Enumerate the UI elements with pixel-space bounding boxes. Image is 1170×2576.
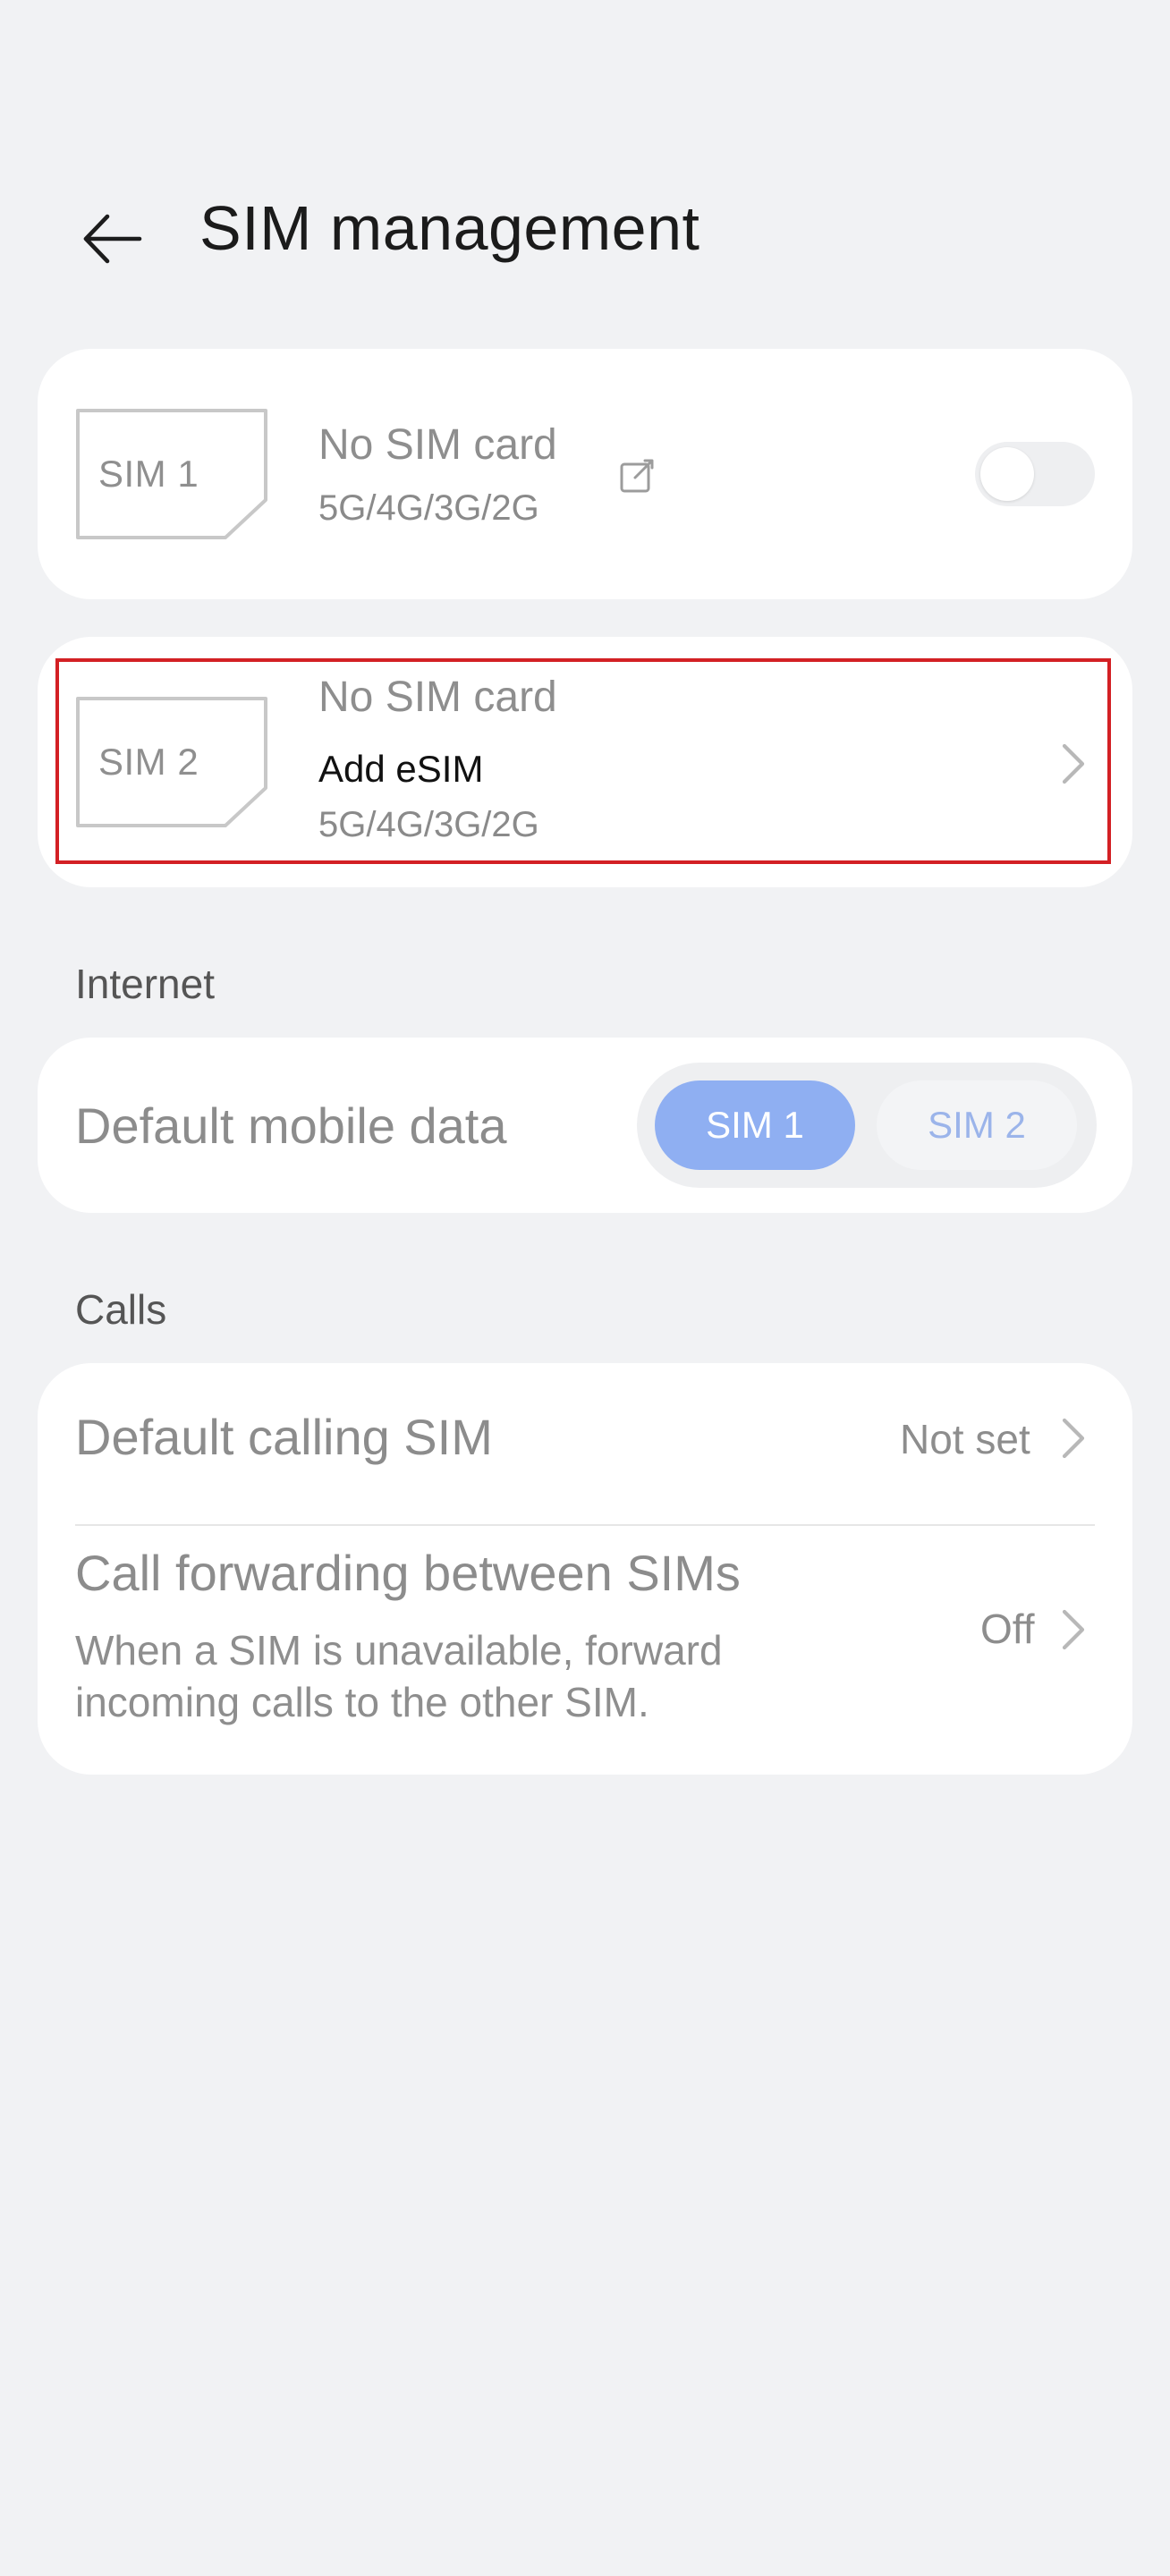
default-mobile-data-card: Default mobile data SIM 1 SIM 2 <box>38 1038 1132 1213</box>
default-mobile-data-label: Default mobile data <box>75 1097 507 1154</box>
sim-slot-label: SIM 1 <box>98 453 199 495</box>
sim-status-text: No SIM card <box>318 421 557 469</box>
sim-network-bands: 5G/4G/3G/2G <box>318 488 539 528</box>
mobile-data-sim-1-button[interactable]: SIM 1 <box>655 1080 855 1170</box>
sim-1-toggle[interactable] <box>975 442 1095 506</box>
back-button[interactable] <box>63 190 161 288</box>
add-esim-label[interactable]: Add eSIM <box>318 744 483 794</box>
default-calling-sim-label: Default calling SIM <box>75 1409 493 1465</box>
calls-settings-card: Default calling SIM Not set Call forward… <box>38 1363 1132 1775</box>
toggle-knob <box>980 447 1034 501</box>
default-calling-sim-value: Not set <box>900 1416 1030 1462</box>
top-app-bar: SIM management <box>0 143 1170 304</box>
call-forwarding-description: When a SIM is unavailable, forward incom… <box>75 1627 723 1725</box>
chevron-right-icon <box>1062 743 1085 784</box>
sim-1-card[interactable]: SIM 1 No SIM card 5G/4G/3G/2G <box>38 349 1132 599</box>
chevron-right-icon <box>1062 1609 1085 1650</box>
sim-card-icon: SIM 2 <box>75 696 268 828</box>
page-title: SIM management <box>199 193 700 263</box>
sim-2-card[interactable]: SIM 2 No SIM card Add eSIM 5G/4G/3G/2G <box>38 637 1132 887</box>
call-forwarding-label: Call forwarding between SIMs <box>75 1545 741 1601</box>
chevron-right-icon <box>1062 1418 1085 1459</box>
sim-slot-label: SIM 2 <box>98 741 199 783</box>
mobile-data-sim-selector: SIM 1 SIM 2 <box>637 1063 1097 1188</box>
sim-card-icon: SIM 1 <box>75 408 268 540</box>
sim-network-bands: 5G/4G/3G/2G <box>318 805 539 844</box>
call-forwarding-value: Off <box>980 1606 1035 1652</box>
sim-status-text: No SIM card <box>318 674 557 721</box>
edit-icon[interactable] <box>617 456 657 496</box>
mobile-data-sim-2-button[interactable]: SIM 2 <box>877 1080 1077 1170</box>
arrow-left-icon <box>83 214 142 264</box>
calls-section-title: Calls <box>75 1286 167 1333</box>
internet-section-title: Internet <box>75 961 215 1007</box>
divider <box>75 1524 1095 1526</box>
